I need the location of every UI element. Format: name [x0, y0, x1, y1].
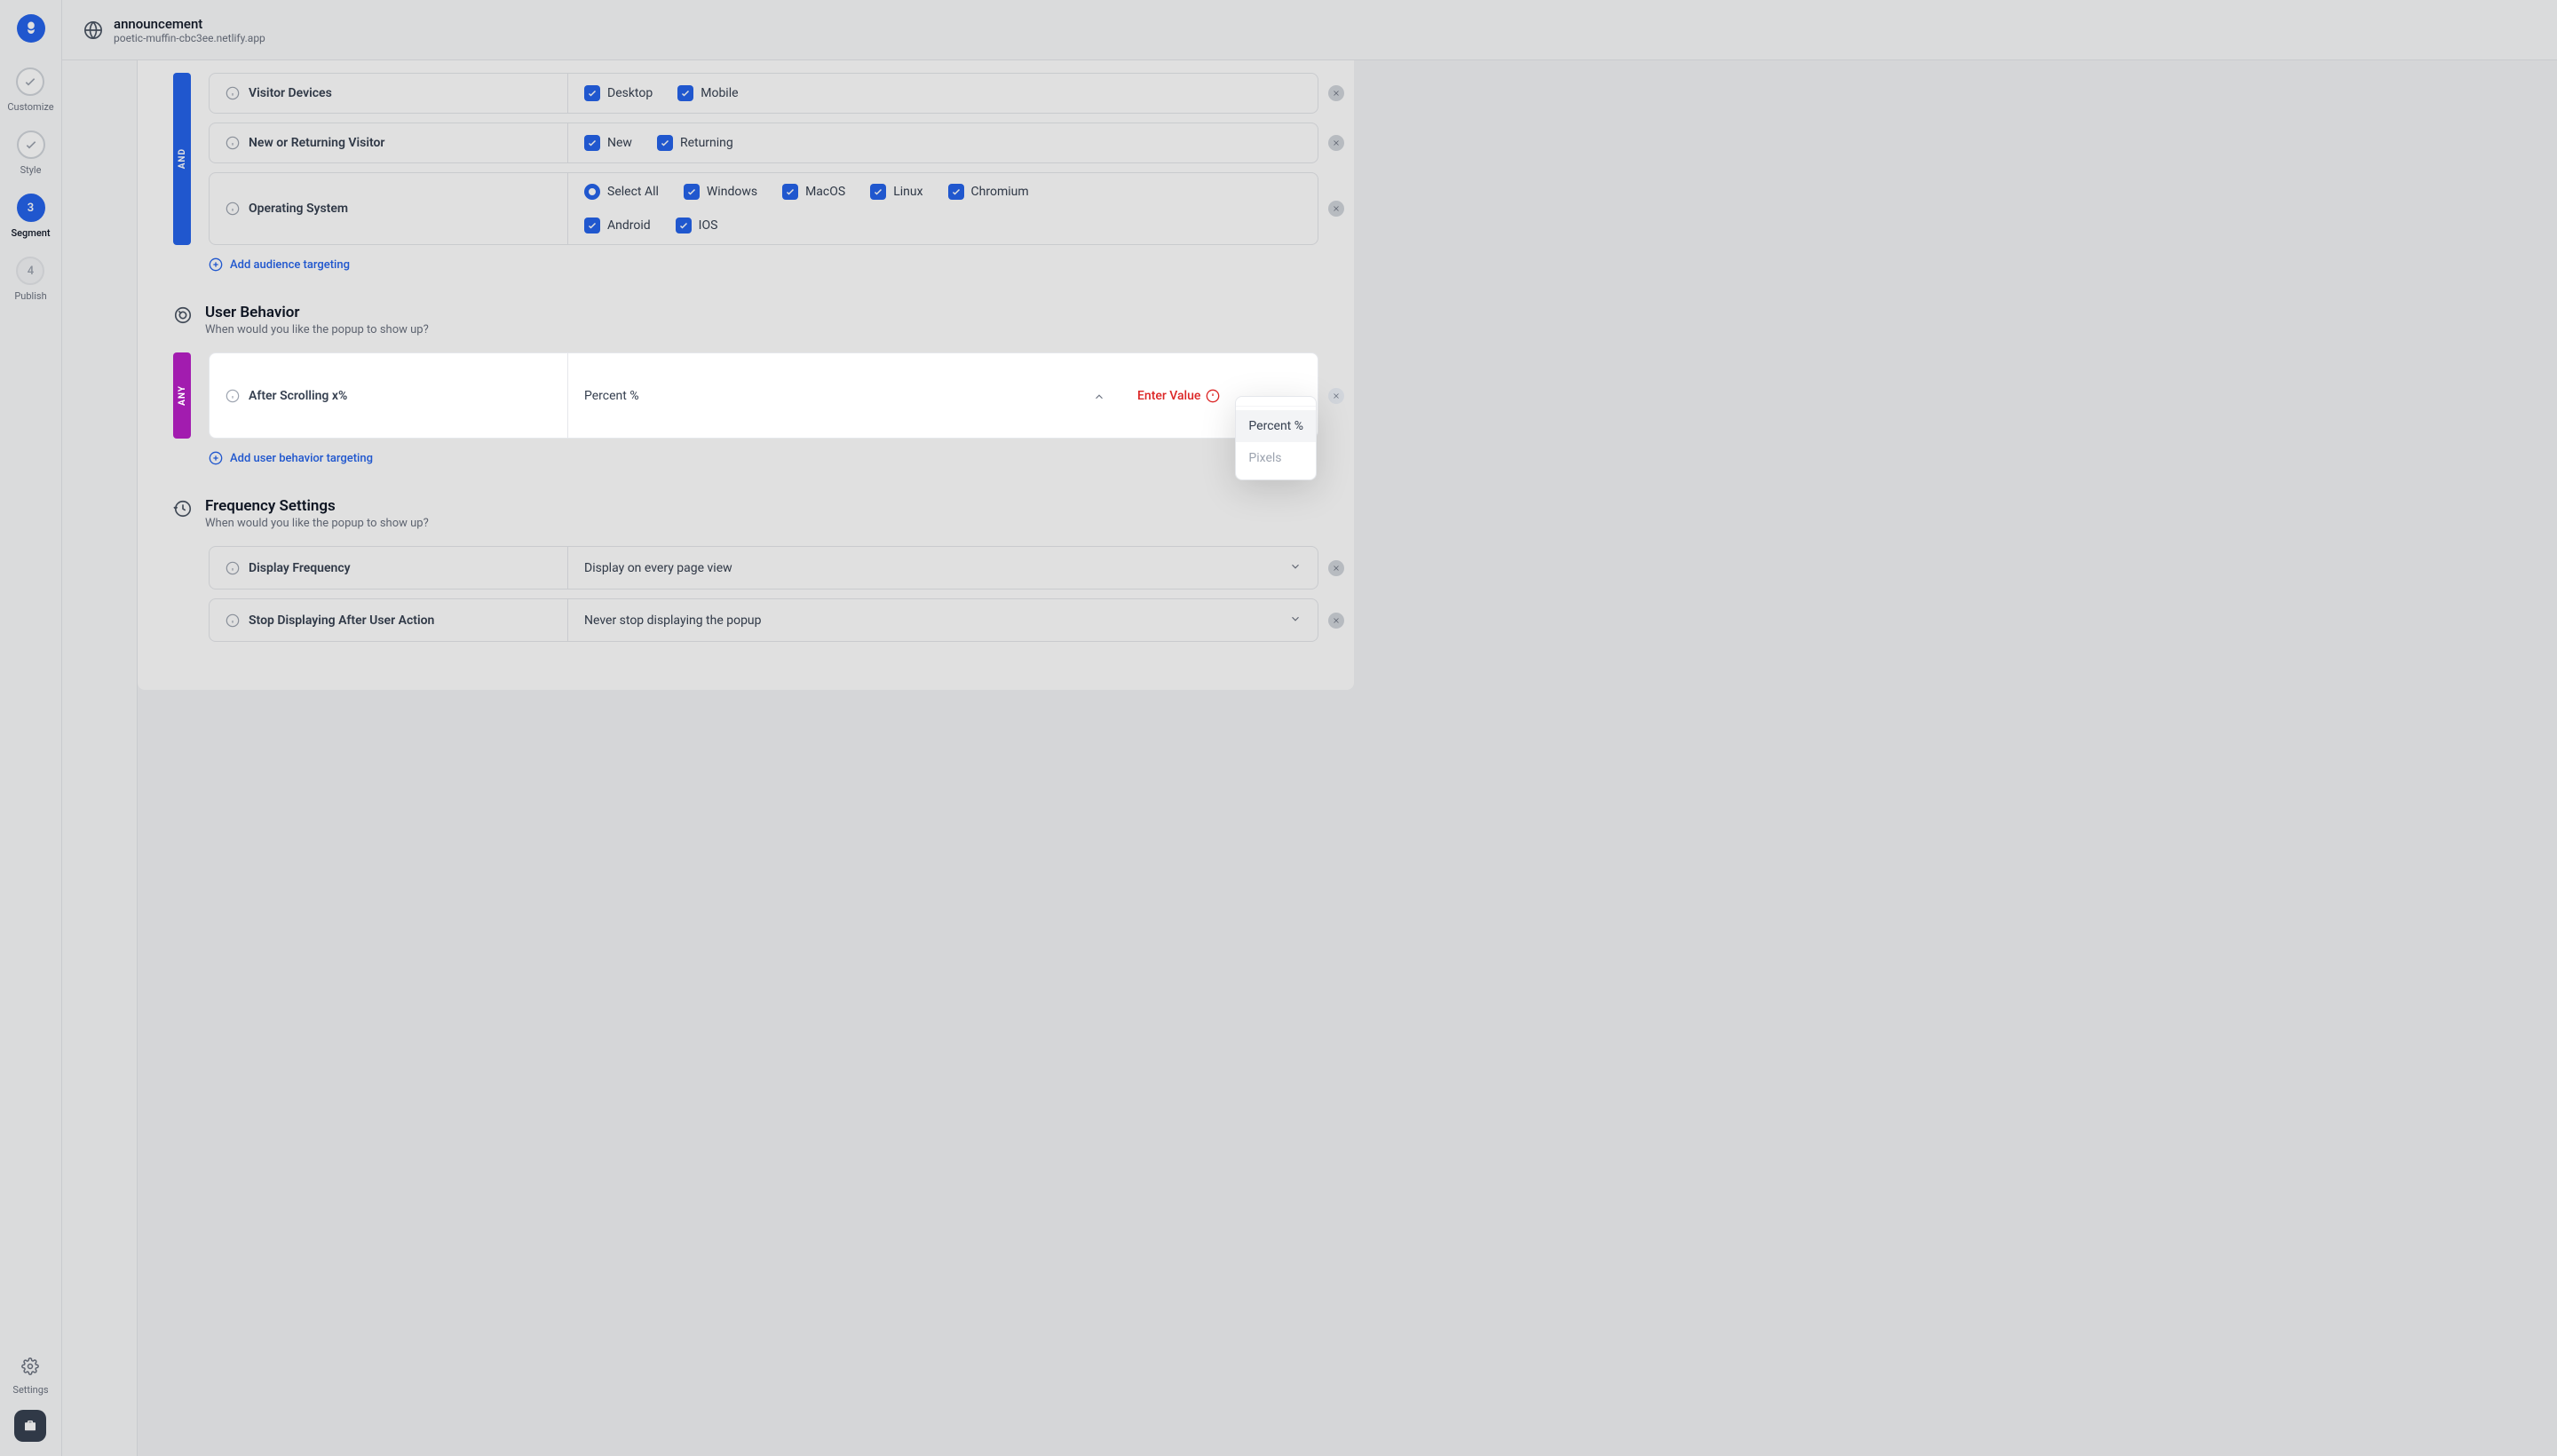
info-icon[interactable]	[226, 561, 240, 575]
remove-rule-button[interactable]	[1328, 135, 1344, 151]
rule-stop-displaying: Stop Displaying After User Action Never …	[209, 598, 1318, 642]
section-title: User Behavior	[205, 304, 429, 321]
value-input-error[interactable]: Enter Value	[1121, 353, 1236, 438]
checkbox-macos[interactable]: MacOS	[782, 184, 845, 200]
stop-displaying-select[interactable]: Never stop displaying the popup	[568, 599, 1318, 641]
rule-label: Display Frequency	[249, 561, 351, 575]
globe-icon	[83, 20, 103, 40]
nav-step-customize[interactable]: Customize	[7, 67, 53, 113]
history-icon	[173, 499, 193, 518]
gear-icon	[21, 1357, 39, 1379]
info-icon[interactable]	[226, 136, 240, 150]
nav-step-segment[interactable]: 3 Segment	[11, 194, 50, 239]
add-audience-targeting-link[interactable]: Add audience targeting	[209, 257, 1318, 272]
nav-step-publish[interactable]: 4 Publish	[14, 257, 46, 302]
step-number: 4	[16, 257, 44, 285]
rule-label: Stop Displaying After User Action	[249, 613, 434, 628]
target-icon	[173, 305, 193, 325]
nav-step-style[interactable]: Style	[17, 131, 45, 176]
checkbox-new[interactable]: New	[584, 135, 632, 151]
section-title: Frequency Settings	[205, 497, 429, 515]
checkbox-linux[interactable]: Linux	[870, 184, 922, 200]
rule-visitor-devices: Visitor Devices Desktop Mobile	[209, 73, 1318, 114]
checkbox-ios[interactable]: IOS	[676, 218, 718, 233]
add-behavior-targeting-link[interactable]: Add user behavior targeting	[209, 451, 1318, 465]
app-logo[interactable]	[17, 14, 45, 43]
chevron-down-icon	[1289, 612, 1302, 629]
info-icon[interactable]	[226, 613, 240, 628]
section-subtitle: When would you like the popup to show up…	[205, 323, 429, 336]
and-tag: AND	[173, 73, 191, 245]
nav-label: Settings	[12, 1384, 48, 1396]
any-tag: ANY	[173, 352, 191, 439]
remove-rule-button[interactable]	[1328, 85, 1344, 101]
remove-rule-button[interactable]	[1328, 613, 1344, 629]
chevron-up-icon	[1093, 387, 1105, 404]
page-title: announcement	[114, 16, 265, 32]
step-number: 3	[17, 194, 45, 222]
section-subtitle: When would you like the popup to show up…	[205, 517, 429, 530]
remove-rule-button[interactable]	[1328, 201, 1344, 217]
remove-rule-button[interactable]	[1328, 388, 1344, 404]
page-header: announcement poetic-muffin-cbc3ee.netlif…	[62, 0, 2557, 60]
rule-label: Visitor Devices	[249, 86, 332, 100]
check-icon	[17, 131, 45, 159]
rule-after-scrolling: After Scrolling x% Percent % Ent	[209, 352, 1318, 439]
nav-label: Segment	[11, 227, 50, 239]
checkbox-chromium[interactable]: Chromium	[948, 184, 1029, 200]
radio-select-all[interactable]: Select All	[584, 184, 659, 200]
rule-label: New or Returning Visitor	[249, 136, 384, 150]
nav-label: Customize	[7, 101, 53, 113]
checkbox-returning[interactable]: Returning	[657, 135, 733, 151]
checkbox-mobile[interactable]: Mobile	[677, 85, 738, 101]
scroll-unit-select[interactable]: Percent %	[568, 353, 1121, 438]
dropdown-option-pixels[interactable]: Pixels	[1236, 442, 1316, 474]
rule-label: Operating System	[249, 202, 348, 216]
remove-rule-button[interactable]	[1328, 560, 1344, 576]
nav-label: Publish	[14, 290, 46, 302]
info-icon[interactable]	[226, 202, 240, 216]
info-icon[interactable]	[226, 389, 240, 403]
rule-display-frequency: Display Frequency Display on every page …	[209, 546, 1318, 590]
rule-label: After Scrolling x%	[249, 389, 347, 403]
check-icon	[16, 67, 44, 96]
page-subtitle: poetic-muffin-cbc3ee.netlify.app	[114, 32, 265, 44]
scroll-unit-dropdown: Percent % Pixels	[1235, 396, 1317, 480]
sidebar: Customize Style 3 Segment 4 Publish Sett…	[0, 0, 62, 1456]
checkbox-desktop[interactable]: Desktop	[584, 85, 653, 101]
checkbox-windows[interactable]: Windows	[684, 184, 757, 200]
dropdown-option-percent[interactable]: Percent %	[1236, 410, 1316, 442]
rule-new-returning: New or Returning Visitor New Returning	[209, 123, 1318, 163]
left-gutter	[62, 60, 138, 1456]
chevron-down-icon	[1289, 559, 1302, 576]
info-icon[interactable]	[226, 86, 240, 100]
nav-settings[interactable]: Settings	[12, 1357, 48, 1396]
rule-operating-system: Operating System Select All Windows MacO…	[209, 172, 1318, 245]
checkbox-android[interactable]: Android	[584, 218, 651, 233]
briefcase-button[interactable]	[14, 1410, 46, 1442]
display-frequency-select[interactable]: Display on every page view	[568, 547, 1318, 589]
nav-label: Style	[20, 164, 42, 176]
